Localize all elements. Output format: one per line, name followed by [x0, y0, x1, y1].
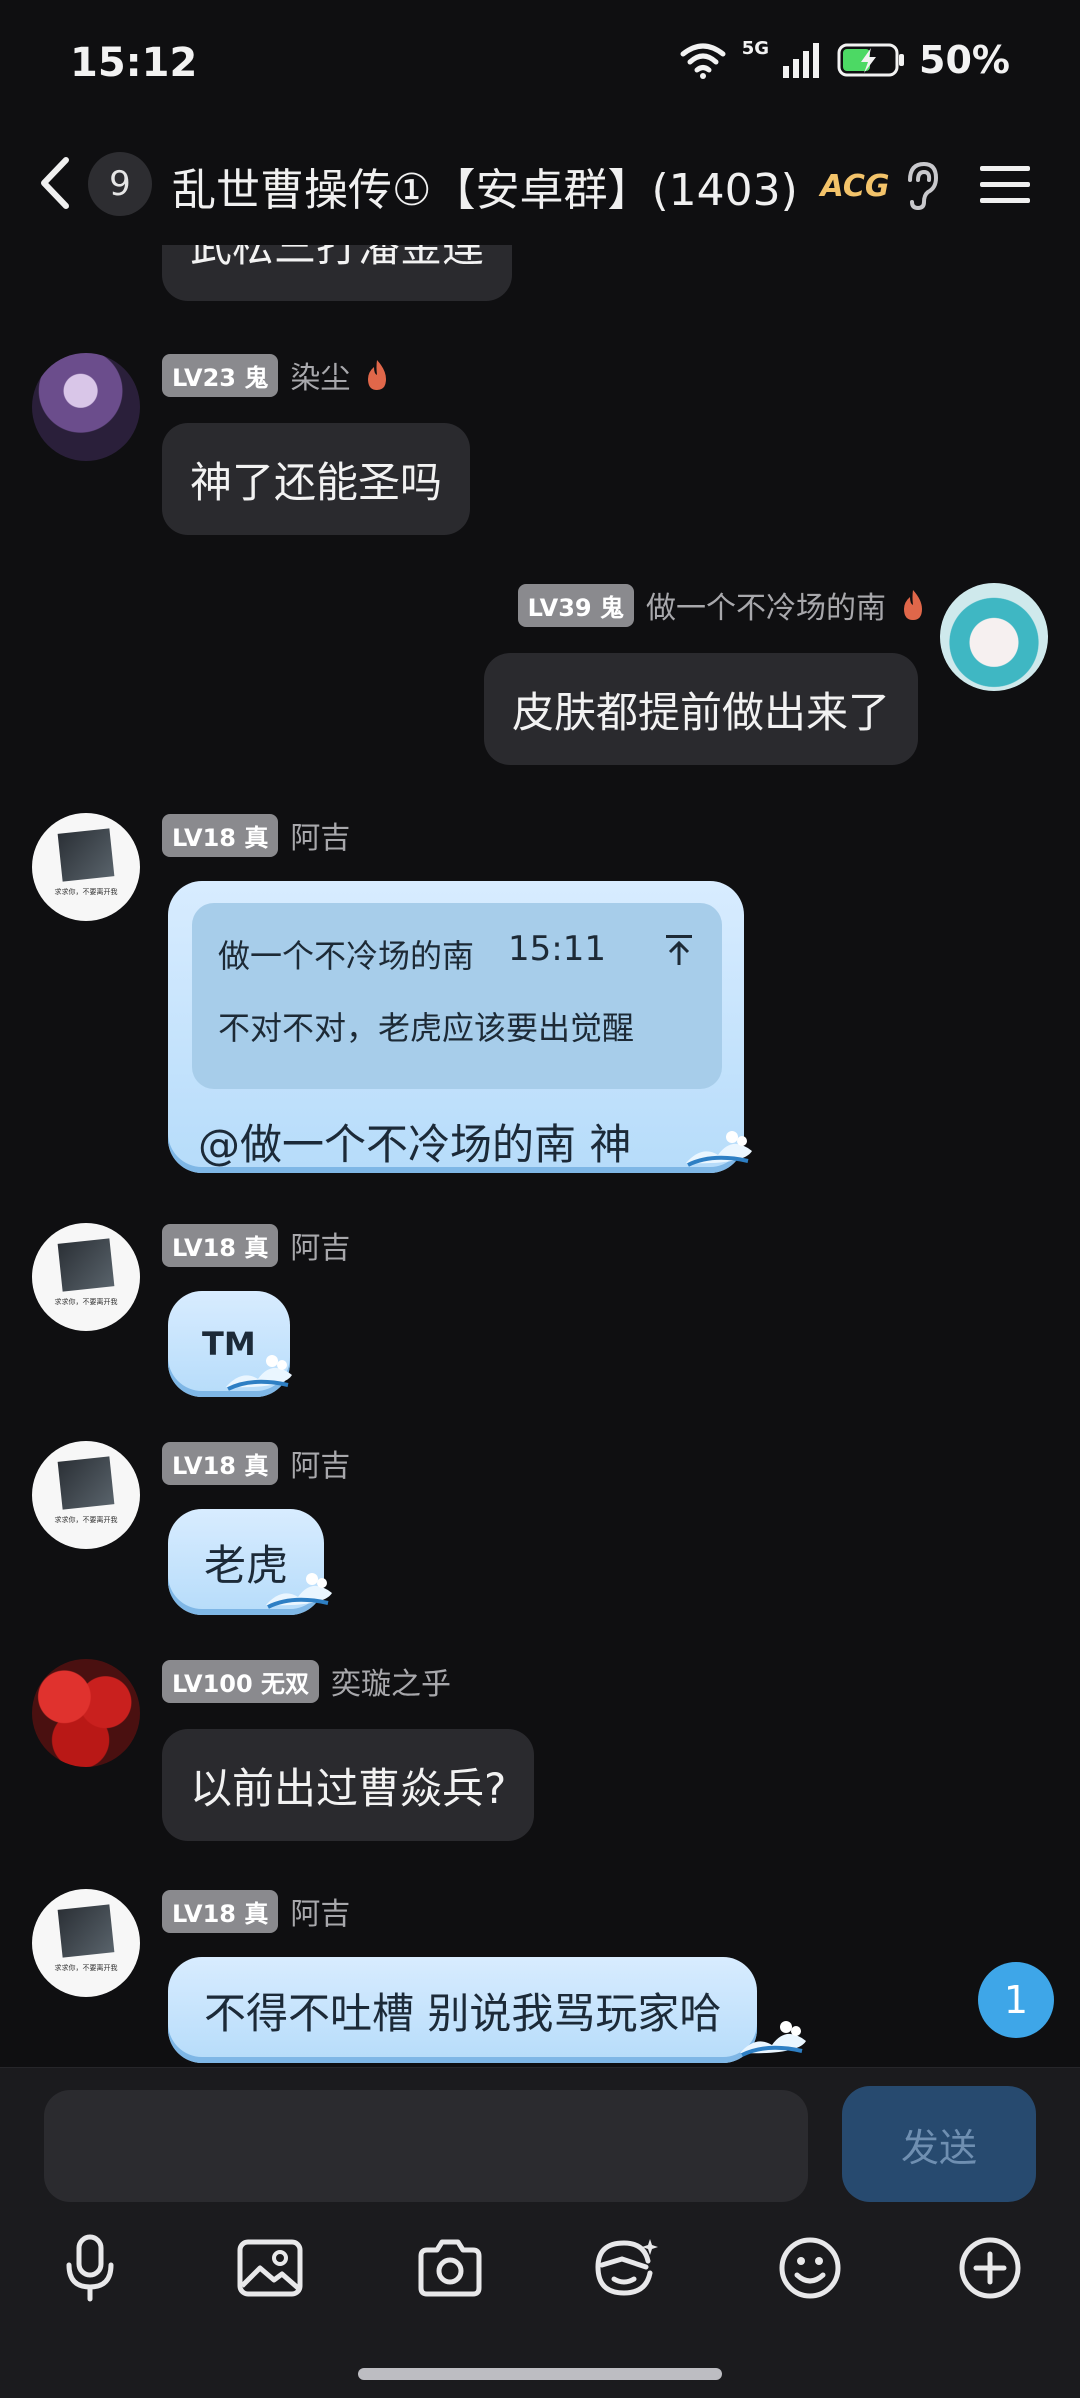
sender-name[interactable]: 阿吉	[290, 1441, 350, 1485]
chat-header: 9 乱世曹操传①【安卓群】(1403) ACG	[0, 130, 1080, 245]
album-button[interactable]	[225, 2223, 315, 2313]
plus-icon	[959, 2237, 1021, 2299]
quote-sender: 做一个不冷场的南	[218, 937, 475, 975]
message-bubble[interactable]: 做一个不冷场的南 15:11 不对不对，老虎应该要出觉醒 @做一个不冷场的南 神	[168, 881, 744, 1173]
message-text: 神了还能圣吗	[190, 457, 443, 507]
wave-decoration-icon	[686, 1131, 752, 1167]
message-bubble[interactable]: 神了还能圣吗	[162, 423, 471, 535]
unread-count-badge[interactable]: 9	[88, 152, 152, 216]
avatar[interactable]: 求求你，不要离开我	[32, 1441, 140, 1549]
message-text: 以前出过曹焱兵?	[190, 1763, 507, 1813]
acg-badge: ACG	[820, 168, 890, 204]
sender-info: LV100 无双 奕璇之乎	[162, 1659, 451, 1703]
camera-icon	[418, 2239, 482, 2297]
level-badge: LV100 无双	[162, 1659, 320, 1703]
message-text: 不得不吐槽 别说我骂玩家哈	[204, 1988, 722, 2038]
sticker-button[interactable]	[582, 2223, 672, 2313]
sender-info: LV18 真 阿吉	[162, 1441, 350, 1485]
message-bubble[interactable]: 武松三打潘金莲	[162, 245, 513, 301]
sender-info: LV23 鬼 染尘	[162, 353, 392, 397]
message-text: 皮肤都提前做出来了	[511, 687, 890, 737]
battery-charging-icon	[837, 43, 905, 77]
message-bubble[interactable]: 不得不吐槽 别说我骂玩家哈	[168, 1957, 758, 2063]
send-button[interactable]: 发送	[842, 2086, 1036, 2202]
mic-icon	[66, 2234, 114, 2302]
level-badge: LV18 真	[162, 1889, 279, 1933]
message-text: @做一个不冷场的南 神	[198, 1120, 632, 1169]
status-time: 15:12	[70, 40, 198, 86]
sender-info: LV18 真 阿吉	[162, 1223, 350, 1267]
wave-decoration-icon	[266, 1573, 332, 1609]
wave-decoration-icon	[740, 2021, 806, 2057]
composer: 发送	[0, 2067, 1080, 2398]
voice-button[interactable]	[45, 2223, 135, 2313]
level-badge: LV18 真	[162, 813, 279, 857]
chat-message-list[interactable]: 武松三打潘金莲 LV23 鬼 染尘 神了还能圣吗 LV39 鬼 做一个不冷场的南…	[0, 245, 1080, 2067]
wave-decoration-icon	[226, 1355, 292, 1391]
quote-text: 不对不对，老虎应该要出觉醒	[218, 1009, 635, 1047]
sender-name[interactable]: 奕璇之乎	[331, 1659, 451, 1703]
menu-icon[interactable]	[978, 160, 1032, 210]
flame-icon	[904, 590, 922, 620]
network-type: 5G	[741, 37, 770, 59]
flame-icon	[368, 360, 387, 390]
level-badge: LV18 真	[162, 1223, 279, 1267]
emoji-button[interactable]	[765, 2223, 855, 2313]
message-bubble[interactable]: 以前出过曹焱兵?	[162, 1729, 535, 1841]
composer-toolbar	[0, 2223, 1080, 2323]
sticker-icon	[595, 2239, 658, 2296]
level-badge: LV18 真	[162, 1441, 279, 1485]
status-indicators: 5G 50%	[678, 38, 1010, 82]
sender-info: LV18 真 阿吉	[162, 1889, 350, 1933]
reply-quote[interactable]: 做一个不冷场的南 15:11 不对不对，老虎应该要出觉醒	[192, 903, 722, 1089]
avatar[interactable]: 求求你，不要离开我	[32, 1889, 140, 1997]
avatar[interactable]: 求求你，不要离开我	[32, 1223, 140, 1331]
more-button[interactable]	[945, 2223, 1035, 2313]
group-title[interactable]: 乱世曹操传①【安卓群】(1403)	[172, 154, 798, 218]
sender-info: LV18 真 阿吉	[162, 813, 350, 857]
message-bubble[interactable]: 皮肤都提前做出来了	[483, 653, 918, 765]
signal-icon	[783, 43, 820, 78]
sender-name[interactable]: 阿吉	[290, 1889, 350, 1933]
sender-info: LV39 鬼 做一个不冷场的南	[517, 583, 928, 627]
avatar[interactable]	[32, 1659, 140, 1767]
ear-icon[interactable]	[900, 160, 942, 212]
avatar[interactable]	[32, 353, 140, 461]
home-indicator[interactable]	[358, 2368, 722, 2380]
avatar[interactable]	[940, 583, 1048, 691]
wifi-icon	[680, 43, 726, 79]
message-input[interactable]	[44, 2090, 808, 2202]
new-message-badge[interactable]: 1	[978, 1962, 1054, 2038]
sender-name[interactable]: 做一个不冷场的南	[646, 583, 886, 627]
emoji-icon	[779, 2237, 841, 2299]
level-badge: LV23 鬼	[162, 353, 279, 397]
jump-to-quote-icon[interactable]	[662, 931, 696, 967]
back-icon[interactable]	[30, 148, 80, 218]
image-icon	[237, 2239, 303, 2297]
sender-name[interactable]: 染尘	[290, 353, 350, 397]
camera-button[interactable]	[405, 2223, 495, 2313]
quote-time: 15:11	[508, 929, 606, 969]
avatar[interactable]: 求求你，不要离开我	[32, 813, 140, 921]
message-text: 武松三打潘金莲	[190, 245, 485, 271]
sender-name[interactable]: 阿吉	[290, 1223, 350, 1267]
level-badge: LV39 鬼	[517, 583, 634, 627]
sender-name[interactable]: 阿吉	[290, 813, 350, 857]
battery-percent: 50%	[919, 38, 1010, 82]
status-bar: 15:12 5G 50%	[0, 0, 1080, 130]
